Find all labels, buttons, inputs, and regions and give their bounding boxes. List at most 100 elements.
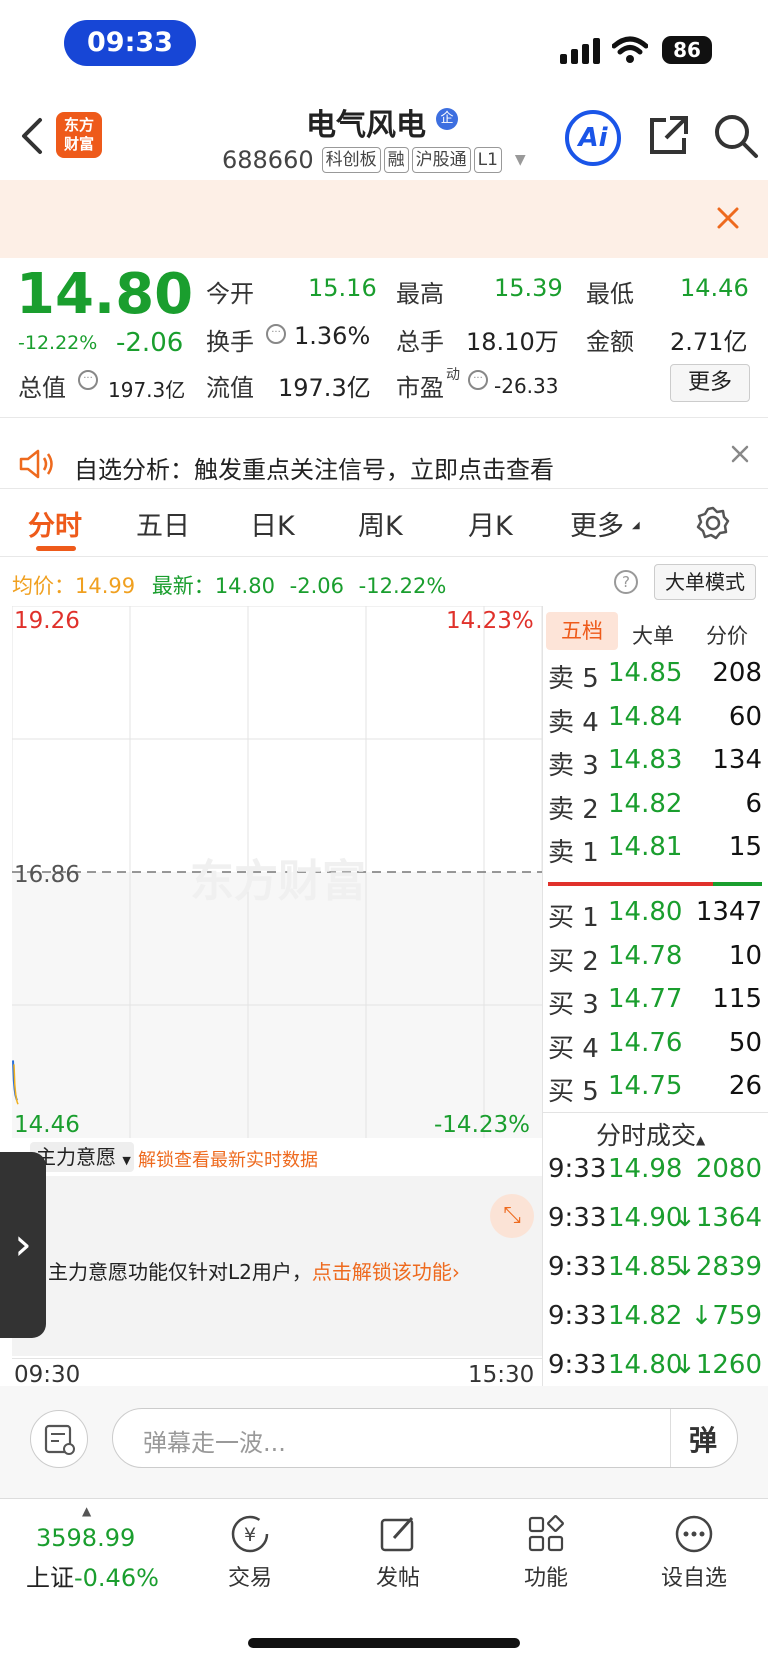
nav-post[interactable]: 发帖 [338, 1512, 458, 1592]
stock-name: 电气风电 [306, 108, 426, 143]
change-amount: -2.06 [116, 328, 184, 358]
ask-price: 14.84 [608, 701, 683, 732]
tab-five-level[interactable]: 五档 [546, 612, 618, 650]
trade-time: 9:33 [548, 1252, 607, 1282]
trade-price: 14.80 [608, 1350, 683, 1380]
bid-level-label: 买 2 [548, 946, 599, 977]
pct-bottom-label: -14.23% [434, 1112, 530, 1138]
bid-row[interactable]: 买 2 14.78 10 [548, 941, 762, 977]
avg-price: 14.99 [75, 574, 136, 598]
index-value[interactable]: 3598.99 [36, 1524, 135, 1552]
info-icon[interactable]: ··· [266, 324, 286, 344]
ask-row[interactable]: 卖 5 14.85 208 [548, 658, 762, 694]
tag-star-market: 科创板 [321, 147, 381, 173]
mktcap-label: 总值 [18, 374, 66, 402]
unlock-link[interactable]: 解锁查看最新实时数据 [138, 1146, 318, 1172]
notice-bar [0, 180, 768, 258]
tab-more[interactable]: 更多 [570, 504, 624, 543]
price-chart[interactable]: 东方财富 [12, 606, 542, 1138]
nav-add-watchlist[interactable]: 设自选 [634, 1512, 754, 1592]
bid-ratio-bar [713, 882, 762, 886]
trade-volume: ↓759 [690, 1301, 762, 1331]
ask-volume: 6 [745, 788, 762, 819]
bid-row[interactable]: 买 5 14.75 26 [548, 1071, 762, 1107]
tag-connect: 沪股通 [411, 147, 471, 173]
trade-time: 9:33 [548, 1350, 607, 1380]
trade-time: 9:33 [548, 1154, 607, 1184]
info-icon[interactable]: ··· [78, 370, 98, 390]
expand-icon[interactable]: ⤡ [490, 1194, 534, 1238]
share-icon[interactable] [646, 114, 690, 158]
amount-label: 金额 [586, 328, 634, 356]
tab-intraday[interactable]: 分时 [28, 504, 82, 543]
tab-daily-k[interactable]: 日K [250, 504, 295, 543]
info-icon[interactable]: ··· [468, 370, 488, 390]
settings-icon[interactable] [696, 506, 730, 540]
nav-functions[interactable]: 功能 [486, 1512, 606, 1592]
ask-row[interactable]: 卖 2 14.82 6 [548, 789, 762, 825]
ai-button[interactable]: Ai [565, 110, 621, 166]
grid-icon [486, 1512, 606, 1556]
ask-price: 14.85 [608, 658, 683, 688]
alert-text[interactable]: 自选分析：触发重点关注信号，立即点击查看 [74, 450, 554, 485]
tab-big-order[interactable]: 大单 [632, 620, 674, 650]
trade-row: 9:33 14.90 ↓1364 [548, 1203, 762, 1243]
search-icon[interactable] [712, 112, 760, 160]
tab-monthly-k[interactable]: 月K [468, 504, 513, 543]
main-force-message: 主力意愿功能仅针对L2用户，点击解锁该功能› [48, 1260, 460, 1284]
pe-label: 市盈 [396, 374, 444, 402]
bid-row[interactable]: 买 1 14.80 1347 [548, 897, 762, 933]
bid-volume: 115 [712, 984, 762, 1014]
close-alert-icon[interactable] [730, 444, 750, 464]
ask-row[interactable]: 卖 1 14.81 15 [548, 832, 762, 868]
volume-value: 18.10万 [466, 328, 559, 356]
ask-volume: 134 [712, 745, 762, 775]
back-icon[interactable] [18, 116, 44, 156]
tab-price-dist[interactable]: 分价 [706, 620, 748, 650]
ask-row[interactable]: 卖 3 14.83 134 [548, 745, 762, 781]
divider [542, 1112, 768, 1113]
nav-trade[interactable]: ¥ 交易 [190, 1512, 310, 1592]
index-change-row[interactable]: 上证-0.46% [26, 1558, 159, 1593]
main-force-unlock-link[interactable]: 点击解锁该功能 [312, 1260, 452, 1284]
down-arrow-icon: ↓ [674, 1252, 696, 1282]
tab-five-day[interactable]: 五日 [136, 504, 190, 543]
caret-up-icon: ▲ [696, 1133, 706, 1147]
more-button[interactable]: 更多 [670, 364, 750, 402]
enterprise-badge: 企 [436, 108, 458, 130]
ask-row[interactable]: 卖 4 14.84 60 [548, 702, 762, 738]
brand-logo[interactable]: 东方 财富 [56, 112, 102, 158]
bid-level-label: 买 5 [548, 1077, 599, 1107]
help-icon[interactable]: ? [614, 570, 638, 594]
pe-value: -26.33 [494, 374, 559, 398]
wifi-icon [612, 36, 648, 63]
big-order-mode-button[interactable]: 大单模式 [654, 564, 756, 600]
divider [670, 1409, 671, 1467]
low-label: 最低 [586, 280, 634, 308]
latest-price: 14.80 [214, 574, 275, 598]
bid-level-label: 买 1 [548, 903, 599, 933]
comment-input[interactable]: 弹幕走一波... 弹 [112, 1408, 738, 1468]
bid-row[interactable]: 买 3 14.77 115 [548, 984, 762, 1020]
volume-label: 总手 [396, 328, 444, 356]
x-start-label: 09:30 [14, 1362, 81, 1388]
x-end-label: 15:30 [468, 1362, 535, 1388]
danmu-button[interactable]: 弹 [689, 1419, 717, 1459]
bid-volume: 10 [728, 940, 762, 971]
ask-level-label: 卖 3 [548, 751, 599, 781]
trade-time: 9:33 [548, 1301, 607, 1331]
battery-icon: 86 [662, 36, 712, 64]
low-value: 14.46 [680, 274, 749, 302]
side-drawer-handle[interactable]: › [0, 1152, 46, 1338]
caret-down-icon[interactable]: ▼ [515, 152, 526, 168]
comment-settings-icon[interactable] [30, 1410, 88, 1468]
trade-price: 14.85 [608, 1252, 683, 1282]
latest-label: 最新： [151, 574, 215, 598]
open-label: 今开 [206, 280, 254, 308]
trades-title[interactable]: 分时成交▲ [596, 1116, 705, 1152]
pe-superscript: 动 [446, 367, 460, 383]
bid-row[interactable]: 买 4 14.76 50 [548, 1028, 762, 1064]
ask-level-label: 卖 1 [548, 838, 599, 868]
tab-weekly-k[interactable]: 周K [358, 504, 403, 543]
close-icon[interactable] [716, 206, 740, 230]
